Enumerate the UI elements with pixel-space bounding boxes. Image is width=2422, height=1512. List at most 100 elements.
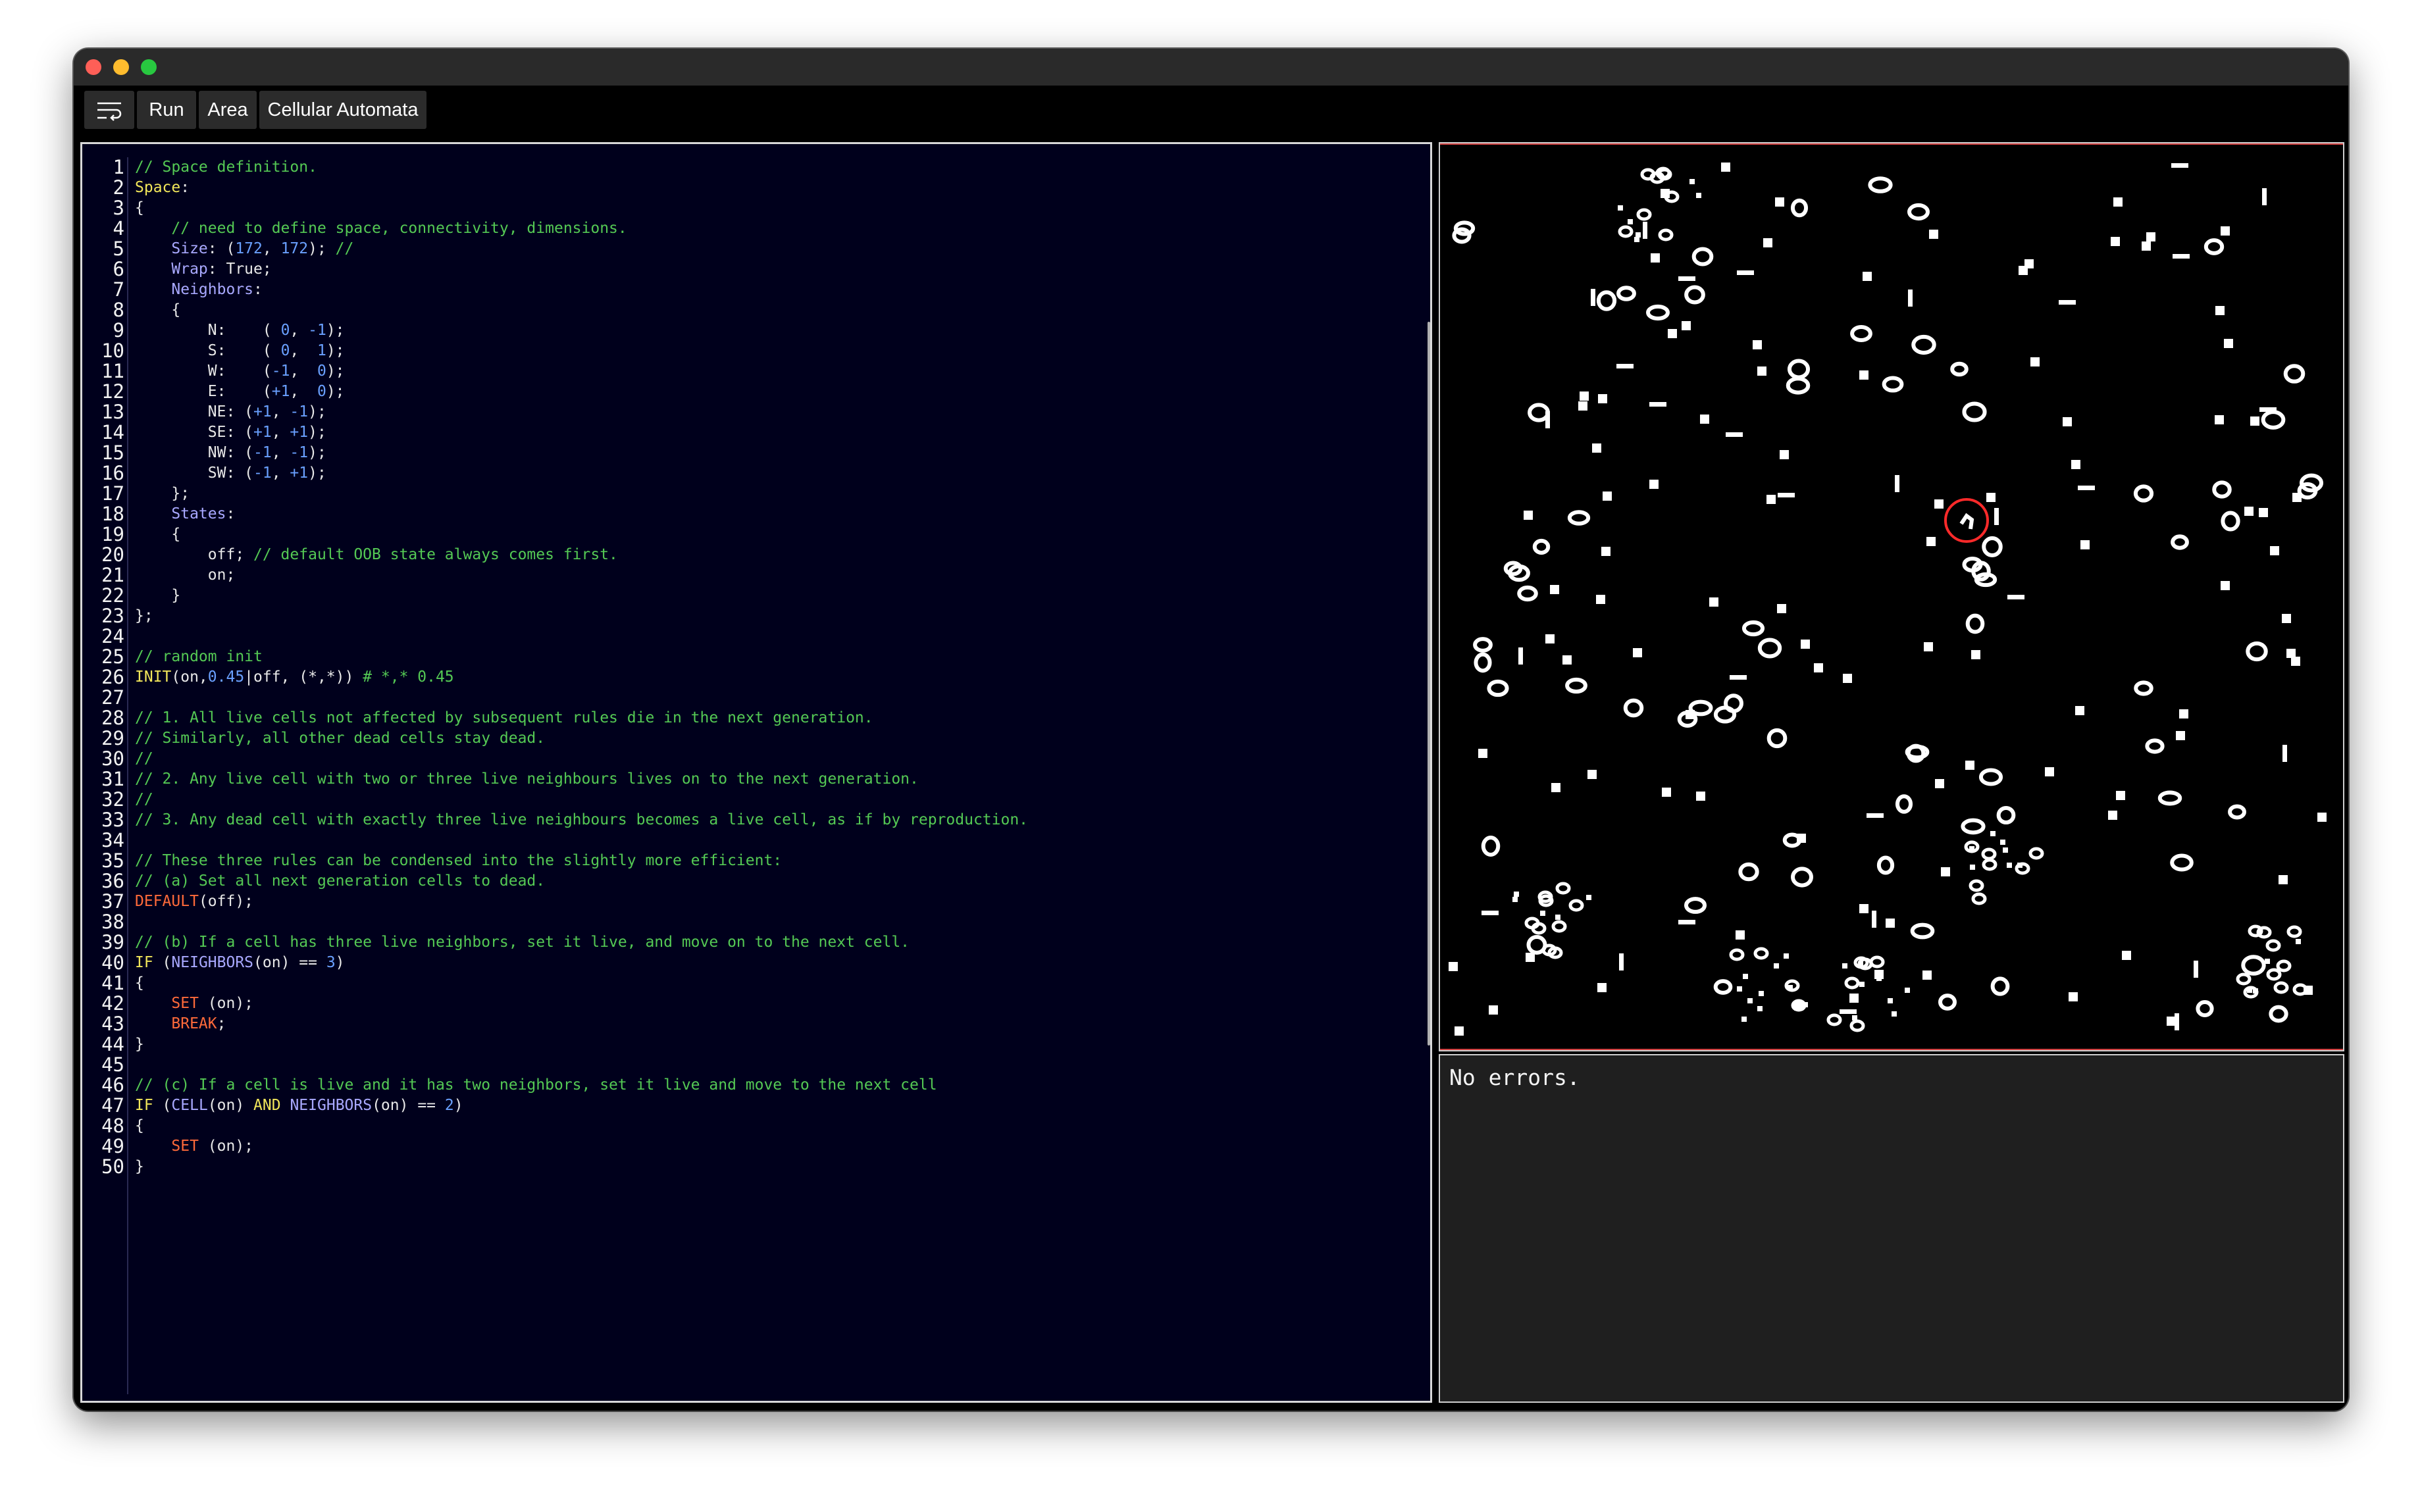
still-life-pattern: [2134, 680, 2153, 696]
code-line[interactable]: IF (CELL(on) AND NEIGHBORS(on) == 2): [135, 1096, 463, 1116]
debris-pattern: [1869, 955, 1885, 969]
area-button[interactable]: Area: [199, 91, 257, 129]
code-token: );: [326, 322, 345, 339]
code-line[interactable]: // 1. All live cells not affected by sub…: [135, 708, 873, 728]
code-line[interactable]: // Space definition.: [135, 157, 317, 178]
code-editor[interactable]: 1 2 3 4 5 6 7 8 9 10 11 12 13 14 15 16 17 18 19 20 21 22 23 24 2…: [80, 142, 1432, 1403]
code-line[interactable]: off; // default OOB state always comes f…: [135, 545, 618, 565]
wrap-toggle-button[interactable]: [84, 91, 134, 129]
code-line[interactable]: NW: (-1, -1);: [135, 443, 326, 463]
block-pattern: [1489, 1005, 1498, 1015]
block-pattern: [1578, 401, 1587, 411]
code-line[interactable]: // need to define space, connectivity, d…: [135, 218, 627, 239]
code-line[interactable]: // These three rules can be condensed in…: [135, 851, 782, 871]
code-line[interactable]: //: [135, 749, 153, 769]
code-token: );: [308, 465, 326, 482]
editor-scrollbar[interactable]: [1428, 322, 1430, 1046]
glider-pattern: [1959, 513, 1974, 530]
code-line[interactable]: // Similarly, all other dead cells stay …: [135, 728, 545, 749]
code-line[interactable]: SE: (+1, +1);: [135, 422, 326, 443]
code-token: CELL: [171, 1097, 208, 1114]
debris-pattern: [2015, 862, 2030, 875]
code-line[interactable]: SET (on);: [135, 1136, 253, 1157]
code-token: {: [135, 199, 144, 216]
close-window-button[interactable]: [86, 59, 101, 75]
code-line[interactable]: // (c) If a cell is live and it has two …: [135, 1075, 937, 1096]
code-line[interactable]: // random init: [135, 647, 263, 667]
block-pattern: [2122, 951, 2131, 960]
run-button[interactable]: Run: [137, 91, 196, 129]
code-line[interactable]: {: [135, 973, 144, 994]
code-line[interactable]: IF (NEIGHBORS(on) == 3): [135, 953, 345, 973]
code-line[interactable]: SET (on);: [135, 994, 253, 1014]
code-token: +1: [271, 383, 290, 400]
code-line[interactable]: };: [135, 606, 153, 626]
code-line[interactable]: DEFAULT(off);: [135, 892, 253, 912]
still-life-pattern: [2212, 480, 2232, 499]
code-token: ,: [290, 322, 309, 339]
code-line[interactable]: {: [135, 198, 144, 218]
code-line[interactable]: E: (+1, 0);: [135, 382, 345, 402]
code-line[interactable]: BREAK;: [135, 1014, 226, 1034]
debris-pattern: [1618, 225, 1634, 238]
line-number: 32: [101, 788, 124, 811]
blinker-pattern: [2262, 188, 2267, 205]
minimize-window-button[interactable]: [113, 59, 129, 75]
blinker-pattern: [1730, 675, 1747, 680]
code-line[interactable]: States:: [135, 504, 235, 524]
code-line[interactable]: on;: [135, 565, 236, 586]
code-line[interactable]: {: [135, 300, 180, 320]
code-line[interactable]: // 3. Any dead cell with exactly three l…: [135, 810, 1028, 830]
still-life-pattern: [1738, 862, 1759, 882]
debris-cell: [1634, 237, 1639, 242]
code-line[interactable]: }: [135, 1157, 144, 1177]
debris-cell: [1970, 865, 1975, 870]
debris-pattern: [2265, 939, 2281, 952]
code-token: INIT: [135, 668, 172, 686]
block-pattern: [1777, 604, 1786, 613]
code-line[interactable]: }: [135, 1034, 144, 1055]
still-life-pattern: [1961, 818, 1986, 835]
code-line[interactable]: Wrap: True;: [135, 259, 272, 280]
code-line[interactable]: // 2. Any live cell with two or three li…: [135, 769, 919, 790]
code-line[interactable]: Size: (172, 172); //: [135, 239, 353, 259]
automata-canvas[interactable]: [1439, 142, 2344, 1051]
line-number: 22: [101, 584, 124, 607]
block-pattern: [2045, 767, 2054, 776]
code-line[interactable]: W: (-1, 0);: [135, 361, 345, 382]
block-pattern: [2244, 507, 2254, 516]
code-line[interactable]: INIT(on,0.45|off, (*,*)) # *,* 0.45: [135, 667, 454, 688]
code-token: ,: [262, 240, 281, 257]
code-token: : (: [207, 240, 236, 257]
code-line[interactable]: NE: (+1, -1);: [135, 402, 326, 422]
still-life-pattern: [1481, 836, 1501, 857]
block-pattern: [1603, 491, 1612, 501]
code-line[interactable]: }: [135, 586, 180, 606]
code-line[interactable]: S: ( 0, 1);: [135, 341, 345, 361]
block-pattern: [2142, 241, 2151, 251]
line-number: 31: [101, 768, 124, 790]
blinker-pattern: [1895, 475, 1899, 492]
code-line[interactable]: };: [135, 484, 190, 504]
block-pattern: [1682, 321, 1691, 330]
code-line[interactable]: Neighbors:: [135, 280, 263, 300]
code-line[interactable]: // (b) If a cell has three live neighbor…: [135, 932, 910, 953]
code-line[interactable]: SW: (-1, +1);: [135, 463, 326, 484]
still-life-pattern: [1757, 638, 1782, 659]
code-line[interactable]: N: ( 0, -1);: [135, 320, 345, 341]
block-pattern: [1886, 919, 1895, 928]
block-pattern: [1696, 792, 1705, 801]
code-token: : True;: [207, 261, 272, 278]
cellular-automata-button[interactable]: Cellular Automata: [259, 91, 426, 129]
code-line[interactable]: // (a) Set all next generation cells to …: [135, 871, 545, 892]
code-line[interactable]: {: [135, 1116, 144, 1136]
still-life-pattern: [1473, 637, 1493, 653]
automata-grid[interactable]: [1440, 143, 2343, 1050]
code-line[interactable]: Space:: [135, 178, 190, 198]
code-line[interactable]: //: [135, 790, 153, 810]
block-pattern: [2221, 581, 2230, 590]
debris-cell: [1514, 892, 1519, 897]
code-line[interactable]: {: [135, 524, 180, 545]
title-bar: [74, 49, 2348, 86]
maximize-window-button[interactable]: [141, 59, 157, 75]
